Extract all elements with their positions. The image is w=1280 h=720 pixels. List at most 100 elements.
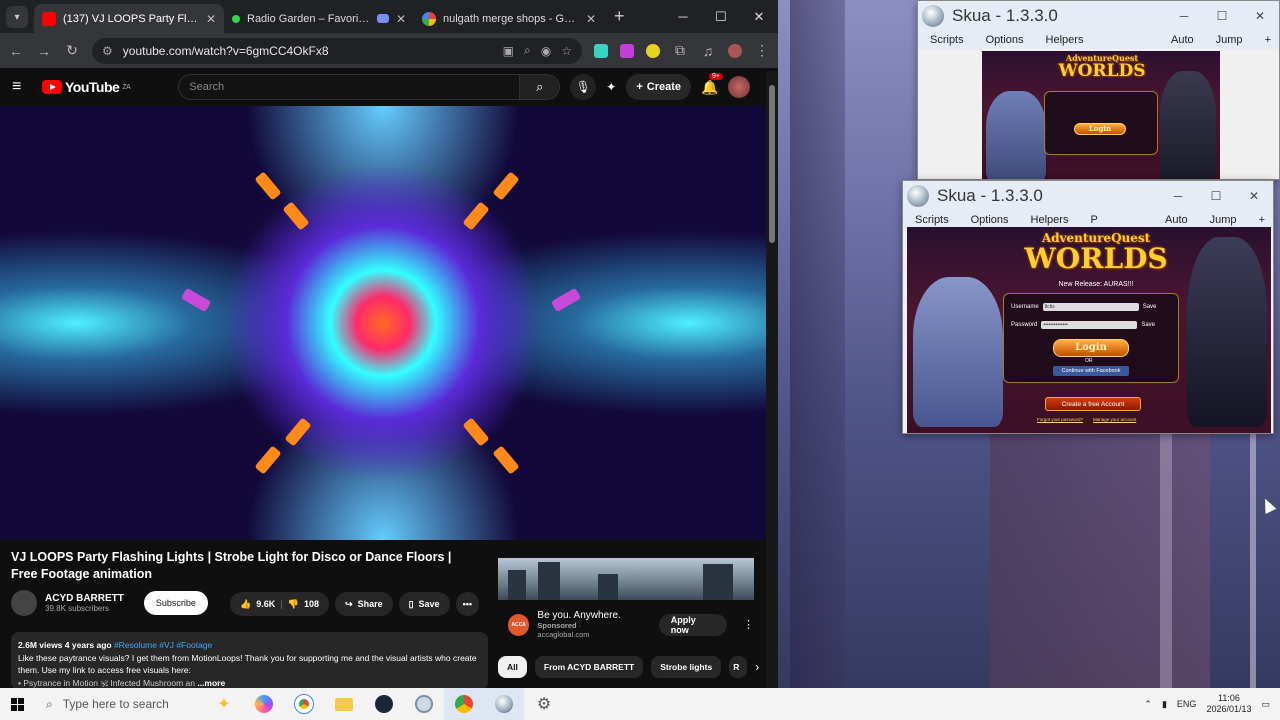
create-account-button[interactable]: Create a free Account — [1045, 397, 1141, 411]
maximize-icon[interactable]: ☐ — [1203, 9, 1241, 23]
close-window-icon[interactable]: ✕ — [740, 0, 778, 33]
forgot-password-link[interactable]: Forgot your password? — [1037, 417, 1083, 422]
tab-google[interactable]: nulgath merge shops - Google ✕ — [414, 4, 604, 33]
language-indicator[interactable]: ENG — [1177, 699, 1197, 709]
app-icon[interactable] — [404, 688, 444, 720]
menu-add[interactable]: + — [1265, 34, 1271, 46]
video-player[interactable] — [0, 106, 766, 540]
share-button[interactable]: ↪ Share — [335, 592, 393, 616]
tracking-icon[interactable]: ◉ — [541, 44, 551, 58]
file-explorer-icon[interactable] — [324, 688, 364, 720]
facebook-login-button[interactable]: Continue with Facebook — [1053, 366, 1129, 376]
hashtags[interactable]: #Resolume #VJ #Footage — [114, 640, 212, 650]
address-bar[interactable]: ⚙ youtube.com/watch?v=6gmCC4OkFx8 ▣ ⌕ ◉ … — [92, 37, 582, 64]
chip-all[interactable]: All — [498, 656, 527, 678]
minimize-icon[interactable]: ─ — [664, 0, 702, 33]
skua-taskbar-icon[interactable] — [484, 688, 524, 720]
create-button[interactable]: + Create — [626, 74, 692, 100]
menu-add[interactable]: + — [1259, 214, 1265, 226]
tab-search-button[interactable]: ▾ — [6, 6, 28, 28]
taskbar-search[interactable]: ⌕ Type here to search — [34, 688, 204, 720]
menu-scripts[interactable]: Scripts — [915, 214, 949, 226]
menu-partial[interactable]: P — [1090, 214, 1097, 226]
extension-icon[interactable] — [594, 43, 608, 58]
browser-menu-icon[interactable]: ⋮ — [754, 42, 770, 59]
menu-hamburger-icon[interactable]: ≡ — [12, 78, 32, 96]
steam-icon[interactable] — [364, 688, 404, 720]
tray-app-icon[interactable]: ▮ — [1162, 699, 1167, 710]
channel-avatar[interactable] — [11, 590, 37, 616]
profile-avatar-icon[interactable] — [728, 43, 742, 58]
extensions-puzzle-icon[interactable]: ⧉ — [672, 42, 688, 59]
close-tab-icon[interactable]: ✕ — [206, 12, 216, 26]
skua-titlebar[interactable]: Skua - 1.3.3.0 ─ ☐ ✕ — [903, 181, 1273, 211]
menu-jump[interactable]: Jump — [1216, 34, 1243, 46]
more-actions-button[interactable]: ••• — [455, 592, 480, 616]
save-password-checkbox[interactable]: Save — [1141, 322, 1155, 328]
extension-icon[interactable] — [620, 43, 634, 58]
extension-icon[interactable] — [646, 43, 660, 58]
game-canvas[interactable]: AdventureQuest WORLDS Login — [982, 51, 1220, 179]
login-button[interactable]: Login — [1053, 339, 1129, 357]
copilot-icon[interactable] — [244, 688, 284, 720]
menu-options[interactable]: Options — [971, 214, 1009, 226]
media-control-icon[interactable]: ♫ — [700, 43, 716, 59]
back-icon[interactable]: ← — [8, 43, 24, 59]
cast-icon[interactable]: ▣ — [503, 44, 514, 58]
tray-chevron-icon[interactable]: ⌃ — [1144, 699, 1152, 710]
video-description[interactable]: 2.6M views 4 years ago #Resolume #VJ #Fo… — [11, 632, 488, 688]
ad-menu-icon[interactable]: ⋮ — [743, 618, 754, 631]
notifications-button[interactable]: 🔔 9+ — [701, 72, 723, 96]
apply-now-button[interactable]: Apply now — [658, 613, 727, 636]
save-username-checkbox[interactable]: Save — [1143, 304, 1157, 310]
url-text[interactable]: youtube.com/watch?v=6gmCC4OkFx8 — [123, 44, 493, 58]
menu-helpers[interactable]: Helpers — [1031, 214, 1069, 226]
username-field[interactable]: tlctis — [1042, 303, 1139, 311]
chip-from-channel[interactable]: From ACYD BARRETT — [534, 656, 644, 678]
menu-auto[interactable]: Auto — [1165, 214, 1188, 226]
settings-gear-icon[interactable]: ⚙ — [524, 688, 564, 720]
tab-youtube[interactable]: (137) VJ LOOPS Party Flashing L ✕ — [34, 4, 224, 33]
chevron-right-icon[interactable]: › — [755, 660, 759, 678]
close-window-icon[interactable]: ✕ — [1235, 189, 1273, 203]
page-scrollbar[interactable] — [766, 71, 778, 688]
clock[interactable]: 11:06 2026/01/13 — [1206, 693, 1251, 715]
start-button[interactable] — [0, 688, 34, 720]
chip-strobe-lights[interactable]: Strobe lights — [651, 656, 722, 678]
voice-search-button[interactable]: 🎙 — [570, 74, 597, 100]
scrollbar-thumb[interactable] — [769, 85, 775, 243]
search-highlight-icon[interactable]: ✦ — [204, 688, 244, 720]
chrome-taskbar-icon[interactable] — [284, 688, 324, 720]
zoom-icon[interactable]: ⌕ — [524, 43, 531, 58]
minimize-icon[interactable]: ─ — [1159, 189, 1197, 203]
bookmark-star-icon[interactable]: ☆ — [561, 44, 572, 58]
channel-name[interactable]: ACYD BARRETT — [45, 593, 124, 604]
maximize-icon[interactable]: ☐ — [1197, 189, 1235, 203]
close-window-icon[interactable]: ✕ — [1241, 9, 1279, 23]
ad-banner-image[interactable] — [498, 558, 754, 600]
menu-scripts[interactable]: Scripts — [930, 34, 964, 46]
close-tab-icon[interactable]: ✕ — [396, 12, 406, 26]
manage-account-link[interactable]: Manage your account — [1093, 417, 1136, 422]
show-more-link[interactable]: ...more — [197, 678, 225, 688]
save-button[interactable]: ▯ Save — [398, 592, 450, 616]
extension-puzzle-icon[interactable]: ✦ — [606, 80, 616, 94]
chip-partial[interactable]: R — [729, 656, 748, 678]
close-tab-icon[interactable]: ✕ — [586, 12, 596, 26]
menu-jump[interactable]: Jump — [1210, 214, 1237, 226]
forward-icon[interactable]: → — [36, 43, 52, 59]
subscribe-button[interactable]: Subscribe — [143, 591, 208, 615]
menu-options[interactable]: Options — [986, 34, 1024, 46]
password-field[interactable]: •••••••••••••• — [1041, 321, 1138, 329]
reload-icon[interactable]: ↻ — [64, 42, 80, 59]
youtube-logo[interactable]: YouTube ZA — [42, 79, 131, 95]
chrome-profile-icon[interactable] — [444, 688, 484, 720]
site-info-icon[interactable]: ⚙ — [102, 44, 113, 58]
like-dislike-button[interactable]: 👍 9.6K | 👎 108 — [230, 592, 330, 616]
minimize-icon[interactable]: ─ — [1165, 9, 1203, 23]
login-button[interactable]: Login — [1074, 123, 1126, 135]
maximize-icon[interactable]: ☐ — [702, 0, 740, 33]
tab-radio-garden[interactable]: Radio Garden – Favorites ✕ — [224, 4, 414, 33]
search-input[interactable]: Search — [178, 74, 521, 100]
sponsored-ad[interactable]: ACCA Be you. Anywhere. Sponsored · accag… — [498, 558, 754, 639]
